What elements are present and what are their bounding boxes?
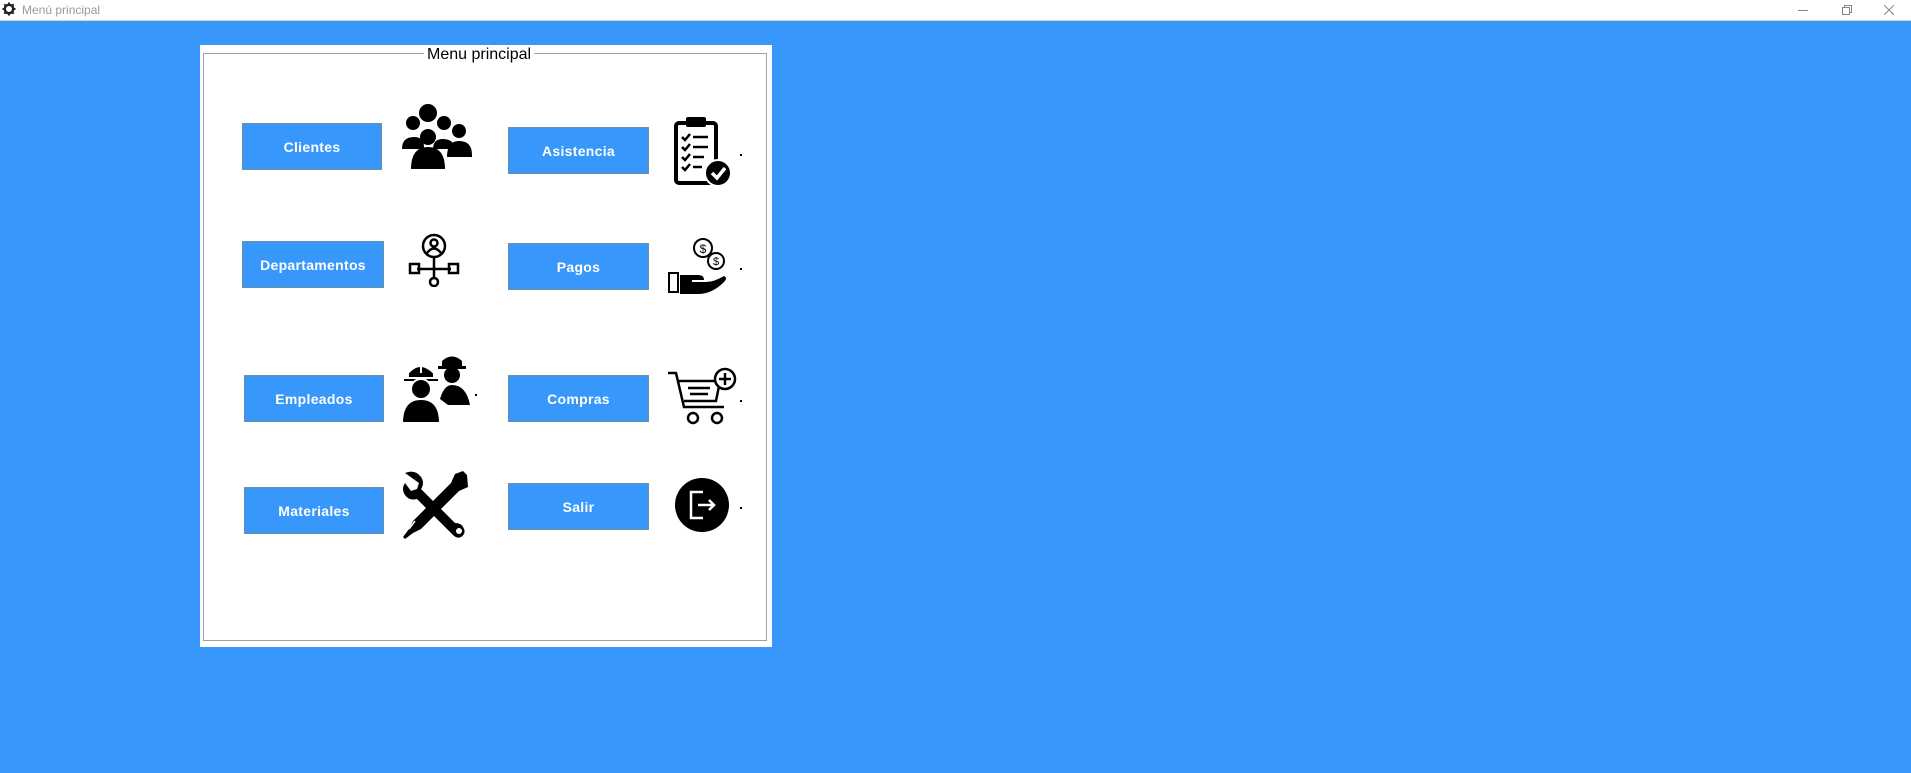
tools-icon[interactable]: [401, 469, 471, 539]
workers-helmet-icon[interactable]: [400, 351, 474, 425]
compras-button[interactable]: Compras: [508, 375, 649, 422]
restore-icon: [1842, 5, 1852, 15]
svg-text:$: $: [700, 242, 707, 256]
empleados-button[interactable]: Empleados: [244, 375, 384, 422]
dot-marker: [740, 268, 742, 270]
panel-title: Menu principal: [424, 45, 535, 65]
restore-button[interactable]: [1825, 0, 1869, 20]
main-menu-panel: Menu principal Clientes Asistencia Depar…: [200, 45, 772, 647]
close-button[interactable]: [1867, 0, 1911, 20]
clipboard-check-icon[interactable]: [672, 115, 734, 187]
materiales-button[interactable]: Materiales: [244, 487, 384, 534]
window-title: Menú principal: [22, 3, 101, 17]
gear-icon[interactable]: [2, 2, 16, 16]
title-bar: Menú principal: [0, 0, 1911, 21]
exit-door-icon[interactable]: [674, 477, 730, 533]
org-chart-icon[interactable]: [406, 233, 462, 287]
pagos-button[interactable]: Pagos: [508, 243, 649, 290]
clientes-button[interactable]: Clientes: [242, 123, 382, 170]
minimize-icon: [1798, 10, 1808, 11]
hand-money-icon[interactable]: $ $: [667, 235, 735, 297]
asistencia-button[interactable]: Asistencia: [508, 127, 649, 174]
dot-marker: [740, 154, 742, 156]
salir-button[interactable]: Salir: [508, 483, 649, 530]
dot-marker: [740, 507, 742, 509]
dot-marker: [475, 394, 477, 396]
cart-add-icon[interactable]: [666, 367, 738, 427]
dot-marker: [740, 400, 742, 402]
close-icon: [1884, 5, 1894, 15]
group-people-icon[interactable]: [399, 101, 473, 171]
departamentos-button[interactable]: Departamentos: [242, 241, 384, 288]
svg-text:$: $: [713, 256, 719, 268]
minimize-button[interactable]: [1781, 0, 1825, 20]
